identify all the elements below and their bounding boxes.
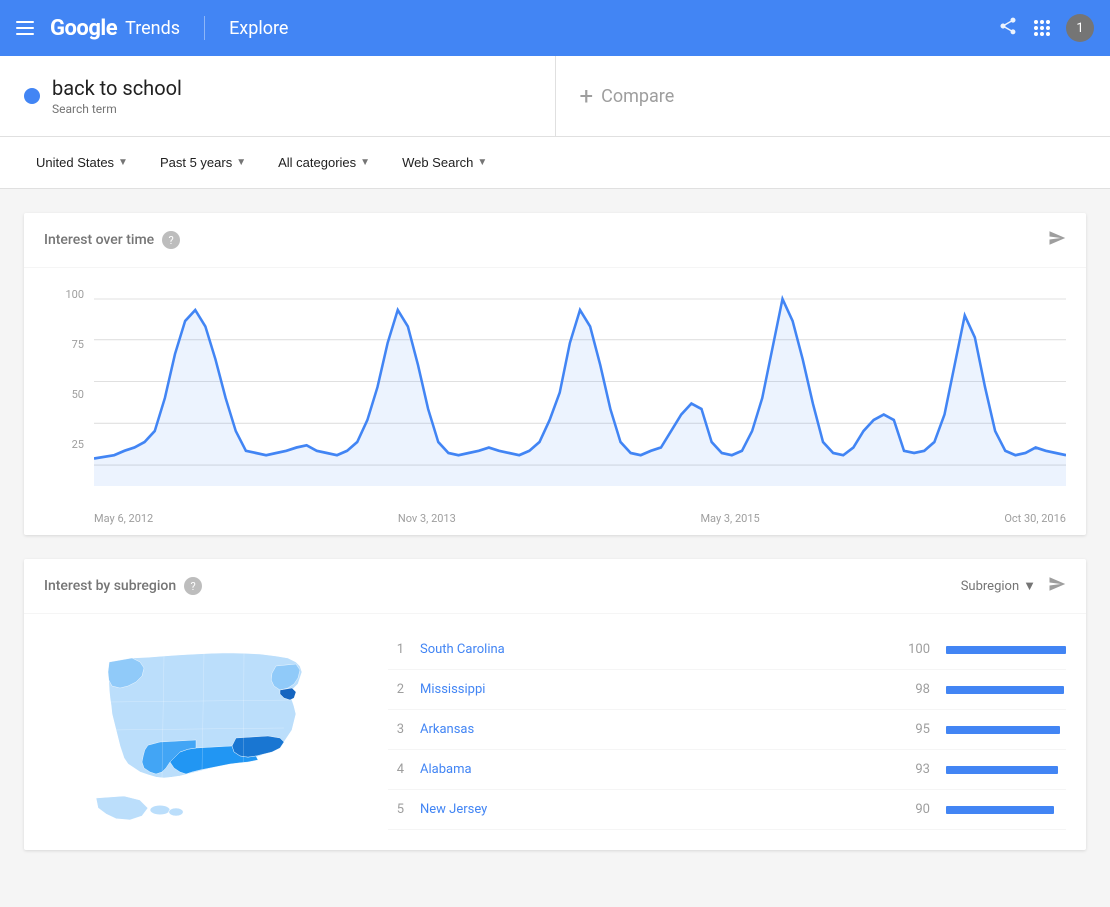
rank-bar-container-1 [946,646,1066,654]
location-filter-label: United States [36,155,114,170]
rankings-area: 1 South Carolina 100 2 Mississippi 98 [388,630,1066,834]
compare-box[interactable]: + Compare [556,56,1110,136]
y-label-50: 50 [44,388,84,401]
search-term-type: Search term [52,102,182,116]
rank-bar-container-4 [946,766,1066,774]
categories-filter-label: All categories [278,155,356,170]
x-label-1: Nov 3, 2013 [398,512,456,525]
rank-bar-2 [946,686,1064,694]
y-axis-labels: 100 75 50 25 [44,288,84,508]
time-range-filter[interactable]: Past 5 years ▼ [148,147,258,178]
google-wordmark: Google [50,16,117,41]
header-divider [204,16,205,40]
time-range-chevron-icon: ▼ [236,157,246,168]
filters-bar: United States ▼ Past 5 years ▼ All categ… [0,137,1110,189]
subregion-share-icon[interactable] [1048,575,1066,597]
interest-over-time-title: Interest over time [44,232,154,248]
trends-label: Trends [125,18,180,39]
header-logo: Google Trends [50,16,180,41]
subregion-dropdown-label: Subregion [961,579,1019,594]
interest-over-time-help-icon[interactable]: ? [162,231,180,249]
rank-bar-5 [946,806,1054,814]
rank-value-4: 93 [900,762,930,777]
rank-name-1[interactable]: South Carolina [420,642,884,657]
rank-value-2: 98 [900,682,930,697]
interest-over-time-share-icon[interactable] [1048,229,1066,251]
location-filter[interactable]: United States ▼ [24,147,140,178]
ranking-row-4: 4 Alabama 93 [388,750,1066,790]
categories-filter[interactable]: All categories ▼ [266,147,382,178]
header: Google Trends Explore 1 [0,0,1110,56]
apps-icon[interactable] [1034,20,1050,36]
rank-bar-3 [946,726,1060,734]
us-map-area [44,630,364,834]
x-label-0: May 6, 2012 [94,512,153,525]
interest-over-time-header: Interest over time ? [24,213,1086,268]
subregion-content: 1 South Carolina 100 2 Mississippi 98 [24,614,1086,850]
x-label-2: May 3, 2015 [700,512,759,525]
rank-num-1: 1 [388,642,404,657]
search-type-chevron-icon: ▼ [477,157,487,168]
subregion-title-row: Interest by subregion ? [44,577,202,595]
time-range-filter-label: Past 5 years [160,155,232,170]
user-avatar[interactable]: 1 [1066,14,1094,42]
rank-bar-container-3 [946,726,1066,734]
subregion-dropdown[interactable]: Subregion ▼ [961,578,1036,594]
rank-value-3: 95 [900,722,930,737]
subregion-card-header: Interest by subregion ? Subregion ▼ [24,559,1086,614]
search-term-name: back to school [52,76,182,100]
ranking-row-5: 5 New Jersey 90 [388,790,1066,830]
search-term-dot [24,88,40,104]
rank-num-3: 3 [388,722,404,737]
subregion-dropdown-chevron-icon: ▼ [1023,578,1036,594]
explore-label: Explore [229,18,288,39]
header-left: Google Trends Explore [16,16,288,41]
compare-label: Compare [601,86,674,107]
rank-num-2: 2 [388,682,404,697]
share-header-icon[interactable] [998,16,1018,40]
chart-container: 100 75 50 25 [24,268,1086,535]
categories-chevron-icon: ▼ [360,157,370,168]
ranking-row-2: 2 Mississippi 98 [388,670,1066,710]
interest-over-time-card: Interest over time ? 100 75 50 25 [24,213,1086,535]
hamburger-menu[interactable] [16,21,34,35]
location-chevron-icon: ▼ [118,157,128,168]
subregion-help-icon[interactable]: ? [184,577,202,595]
rank-value-1: 100 [900,642,930,657]
x-label-3: Oct 30, 2016 [1004,512,1066,525]
trend-chart-svg [44,288,1066,508]
y-label-100: 100 [44,288,84,301]
main-content: Interest over time ? 100 75 50 25 [0,189,1110,874]
card-title-row: Interest over time ? [44,231,180,249]
rank-name-2[interactable]: Mississippi [420,682,884,697]
search-type-filter-label: Web Search [402,155,473,170]
chart-x-labels: May 6, 2012 Nov 3, 2013 May 3, 2015 Oct … [44,508,1066,525]
rank-name-3[interactable]: Arkansas [420,722,884,737]
search-type-filter[interactable]: Web Search ▼ [390,147,499,178]
rank-bar-container-5 [946,806,1066,814]
us-map-svg [44,630,364,830]
rank-value-5: 90 [900,802,930,817]
rank-name-5[interactable]: New Jersey [420,802,884,817]
ranking-row-3: 3 Arkansas 95 [388,710,1066,750]
rank-bar-1 [946,646,1066,654]
subregion-title: Interest by subregion [44,578,176,594]
rank-name-4[interactable]: Alabama [420,762,884,777]
chart-wrapper: 100 75 50 25 [44,288,1066,508]
ranking-row-1: 1 South Carolina 100 [388,630,1066,670]
interest-by-subregion-card: Interest by subregion ? Subregion ▼ [24,559,1086,850]
compare-plus-icon: + [580,82,594,110]
rank-bar-4 [946,766,1058,774]
search-term-info: back to school Search term [52,76,182,116]
search-area: back to school Search term + Compare [0,56,1110,137]
rank-num-5: 5 [388,802,404,817]
search-term-box: back to school Search term [0,56,556,136]
y-label-25: 25 [44,438,84,451]
header-right: 1 [998,14,1094,42]
rank-num-4: 4 [388,762,404,777]
rank-bar-container-2 [946,686,1066,694]
y-label-75: 75 [44,338,84,351]
